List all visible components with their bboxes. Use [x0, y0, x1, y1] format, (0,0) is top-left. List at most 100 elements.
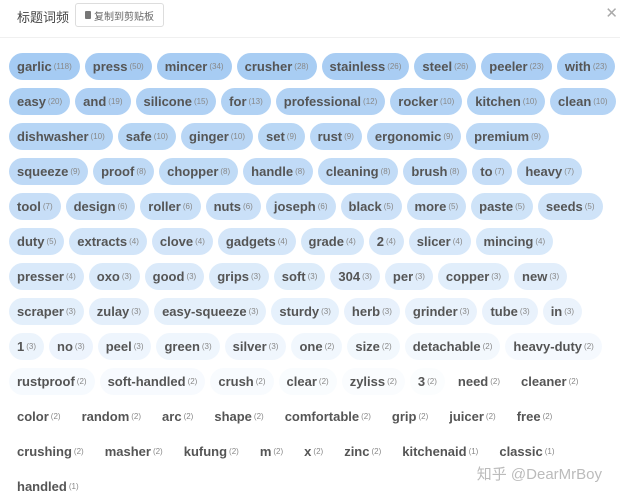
word-tag[interactable]: garlic (118) [9, 53, 80, 80]
word-tag[interactable]: sturdy (3) [271, 298, 339, 325]
word-tag[interactable]: squeeze (9) [9, 158, 89, 185]
word-tag[interactable]: set (9) [258, 123, 305, 150]
word-tag[interactable]: professional (12) [275, 88, 386, 115]
word-tag[interactable]: cleaner (2) [513, 368, 586, 395]
word-tag[interactable]: premium (9) [466, 123, 549, 150]
word-tag[interactable]: clean (10) [550, 88, 616, 115]
word-tag[interactable]: x (2) [296, 438, 331, 465]
word-tag[interactable]: juicer (2) [441, 403, 503, 430]
word-tag[interactable]: for (13) [221, 88, 271, 115]
word-tag[interactable]: mincer (34) [156, 53, 232, 80]
word-tag[interactable]: ginger (10) [181, 123, 253, 150]
word-tag[interactable]: heavy (7) [517, 158, 583, 185]
word-tag[interactable]: per (3) [384, 263, 433, 290]
word-tag[interactable]: grade (4) [300, 228, 364, 255]
word-tag[interactable]: and (19) [75, 88, 131, 115]
word-tag[interactable]: 2 (4) [368, 228, 404, 255]
word-tag[interactable]: black (5) [340, 193, 402, 220]
word-tag[interactable]: chopper (8) [159, 158, 239, 185]
word-tag[interactable]: slicer (4) [408, 228, 471, 255]
word-tag[interactable]: shape (2) [206, 403, 271, 430]
word-tag[interactable]: rocker (10) [390, 88, 463, 115]
word-tag[interactable]: crush (2) [210, 368, 274, 395]
word-tag[interactable]: one (2) [291, 333, 343, 360]
word-tag[interactable]: detachable (2) [404, 333, 501, 360]
word-tag[interactable]: heavy-duty (2) [505, 333, 602, 360]
word-tag[interactable]: soft-handled (2) [99, 368, 206, 395]
word-tag[interactable]: easy (20) [9, 88, 71, 115]
word-tag[interactable]: tube (3) [482, 298, 538, 325]
word-tag[interactable]: easy-squeeze (3) [154, 298, 267, 325]
word-tag[interactable]: scraper (3) [9, 298, 84, 325]
word-tag[interactable]: copper (3) [437, 263, 510, 290]
word-tag[interactable]: joseph (6) [265, 193, 336, 220]
word-tag[interactable]: gadgets (4) [217, 228, 296, 255]
word-tag[interactable]: grips (3) [209, 263, 269, 290]
word-tag[interactable]: no (3) [49, 333, 93, 360]
word-tag[interactable]: kitchen (10) [467, 88, 546, 115]
word-tag[interactable]: masher (2) [97, 438, 171, 465]
word-tag[interactable]: zulay (3) [88, 298, 150, 325]
word-tag[interactable]: cleaning (8) [317, 158, 399, 185]
word-tag[interactable]: rustproof (2) [9, 368, 95, 395]
word-tag[interactable]: press (50) [84, 53, 152, 80]
word-tag[interactable]: peel (3) [97, 333, 152, 360]
word-tag[interactable]: clear (2) [278, 368, 337, 395]
word-tag[interactable]: paste (5) [471, 193, 533, 220]
word-tag[interactable]: classic (1) [491, 438, 562, 465]
word-tag[interactable]: kufung (2) [176, 438, 247, 465]
word-tag[interactable]: peeler (23) [481, 53, 552, 80]
word-tag[interactable]: random (2) [74, 403, 149, 430]
word-tag[interactable]: crusher (28) [236, 53, 317, 80]
word-tag[interactable]: color (2) [9, 403, 69, 430]
word-tag[interactable]: safe (10) [117, 123, 177, 150]
word-tag[interactable]: need (2) [450, 368, 508, 395]
word-tag[interactable]: dishwasher (10) [9, 123, 113, 150]
word-tag[interactable]: seeds (5) [537, 193, 603, 220]
word-tag[interactable]: roller (6) [140, 193, 201, 220]
word-tag[interactable]: to (7) [472, 158, 513, 185]
word-tag[interactable]: presser (4) [9, 263, 84, 290]
word-tag[interactable]: oxo (3) [88, 263, 140, 290]
word-tag[interactable]: kitchenaid (1) [394, 438, 486, 465]
word-tag[interactable]: extracts (4) [69, 228, 147, 255]
word-tag[interactable]: grip (2) [384, 403, 436, 430]
word-tag[interactable]: design (6) [65, 193, 136, 220]
word-tag[interactable]: grinder (3) [404, 298, 478, 325]
word-tag[interactable]: silicone (15) [135, 88, 217, 115]
word-tag[interactable]: good (3) [144, 263, 205, 290]
word-tag[interactable]: soft (3) [273, 263, 326, 290]
word-tag[interactable]: green (3) [156, 333, 220, 360]
word-tag[interactable]: free (2) [509, 403, 561, 430]
word-tag[interactable]: zinc (2) [336, 438, 389, 465]
word-tag[interactable]: steel (26) [414, 53, 477, 80]
word-tag[interactable]: comfortable (2) [277, 403, 379, 430]
word-tag[interactable]: more (5) [406, 193, 467, 220]
word-tag[interactable]: herb (3) [343, 298, 400, 325]
word-tag[interactable]: new (3) [514, 263, 568, 290]
word-tag[interactable]: size (2) [347, 333, 400, 360]
word-tag[interactable]: tool (7) [9, 193, 61, 220]
word-tag[interactable]: arc (2) [154, 403, 201, 430]
word-tag[interactable]: clove (4) [151, 228, 213, 255]
word-tag[interactable]: duty (5) [9, 228, 65, 255]
word-tag[interactable]: brush (8) [403, 158, 468, 185]
word-tag[interactable]: zyliss (2) [341, 368, 405, 395]
word-tag[interactable]: nuts (6) [205, 193, 261, 220]
word-tag[interactable]: handled (1) [9, 473, 87, 500]
word-tag[interactable]: silver (3) [224, 333, 287, 360]
close-icon[interactable]: ✕ [605, 4, 618, 22]
word-tag[interactable]: ergonomic (9) [366, 123, 462, 150]
word-tag[interactable]: with (23) [556, 53, 616, 80]
copy-to-clipboard-button[interactable]: 复制到剪贴板 [75, 3, 164, 27]
word-tag[interactable]: stainless (26) [321, 53, 410, 80]
word-tag[interactable]: handle (8) [243, 158, 313, 185]
word-tag[interactable]: crushing (2) [9, 438, 92, 465]
word-tag[interactable]: m (2) [252, 438, 291, 465]
word-tag[interactable]: 1 (3) [9, 333, 45, 360]
word-tag[interactable]: rust (9) [309, 123, 362, 150]
word-tag[interactable]: mincing (4) [475, 228, 554, 255]
word-tag[interactable]: proof (8) [93, 158, 155, 185]
word-tag[interactable]: 3 (2) [409, 368, 445, 395]
word-tag[interactable]: 304 (3) [330, 263, 380, 290]
